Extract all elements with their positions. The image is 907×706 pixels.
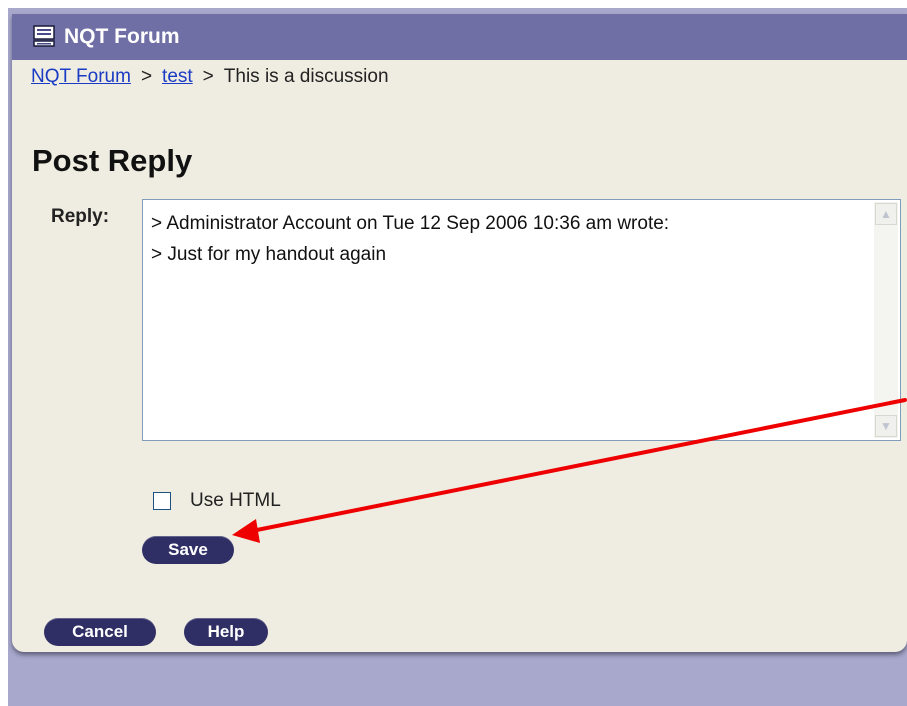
page-title: Post Reply [32,143,193,178]
breadcrumb-separator: > [140,66,153,87]
title-bar: NQT Forum [12,14,907,60]
scroll-up-icon[interactable]: ▲ [875,203,897,225]
use-html-checkbox[interactable] [153,492,171,510]
breadcrumb-current: This is a discussion [223,66,389,87]
breadcrumb: NQT Forum > test > This is a discussion [31,66,389,88]
app-title: NQT Forum [64,25,180,48]
reply-scrollbar[interactable]: ▲ ▼ [874,202,898,438]
forum-panel: NQT Forum NQT Forum > test > This is a discu… [12,14,907,652]
breadcrumb-link-forum[interactable]: NQT Forum [31,66,131,87]
use-html-label: Use HTML [190,490,281,511]
help-button[interactable]: Help [184,618,268,646]
reply-label: Reply: [51,206,110,227]
reply-textarea[interactable]: > Administrator Account on Tue 12 Sep 20… [142,199,901,441]
save-button[interactable]: Save [142,536,234,564]
reply-text: > Administrator Account on Tue 12 Sep 20… [151,213,670,265]
breadcrumb-separator: > [202,66,214,87]
scroll-down-icon[interactable]: ▼ [875,415,897,437]
forum-icon [33,25,55,47]
breadcrumb-link-test[interactable]: test [162,66,193,87]
cancel-button[interactable]: Cancel [44,618,156,646]
